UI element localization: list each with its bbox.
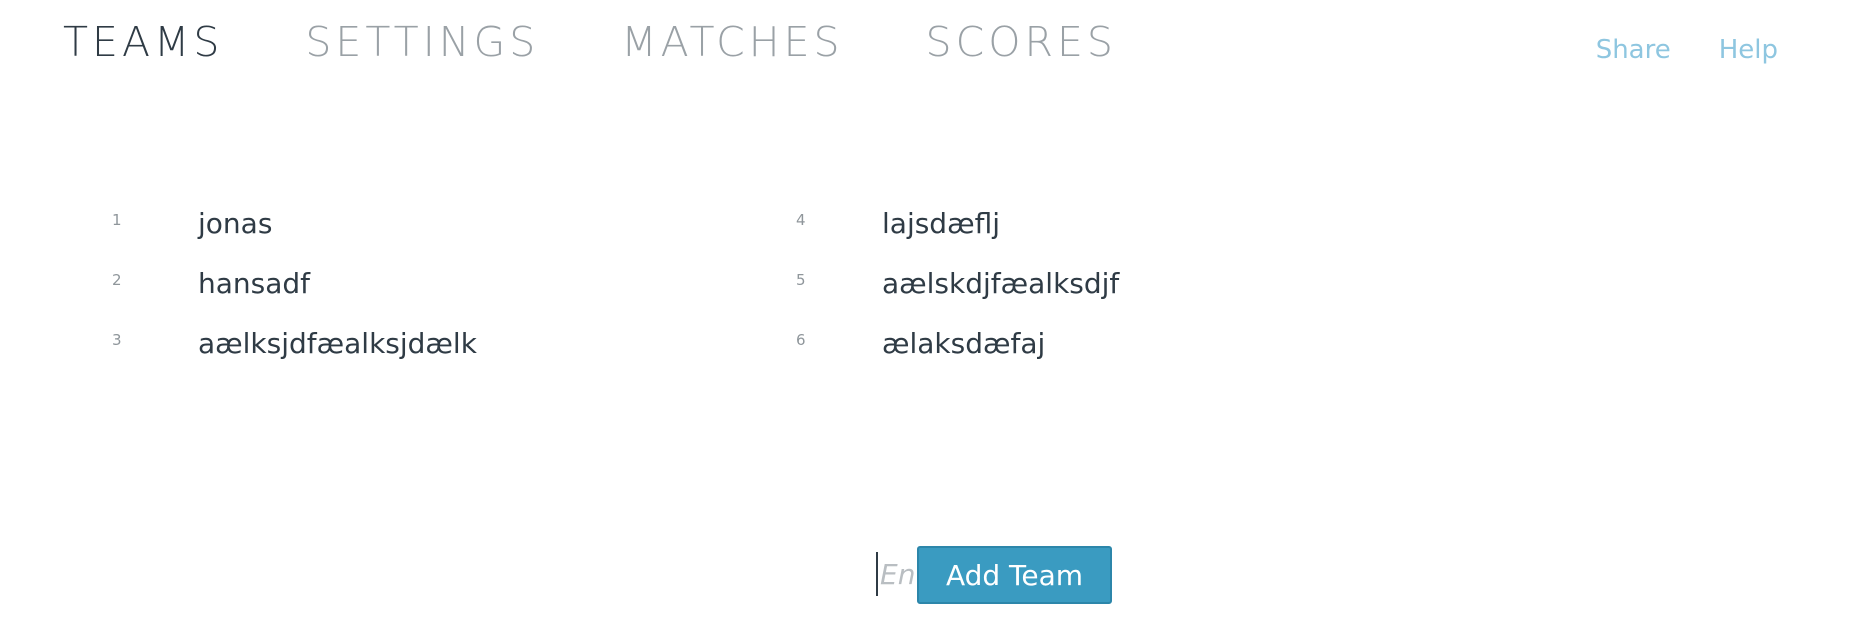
- add-team-button[interactable]: Add Team: [917, 546, 1112, 604]
- team-number: 1: [112, 211, 122, 229]
- team-row: 6 ælaksdæfaj: [796, 313, 1119, 373]
- tab-scores[interactable]: SCORES: [926, 18, 1117, 66]
- tab-teams[interactable]: TEAMS: [63, 18, 223, 66]
- team-row: 3 aælksjdfæalksjdælk: [112, 313, 477, 373]
- top-links: Share Help: [1548, 35, 1778, 65]
- team-number: 2: [112, 271, 122, 289]
- tab-settings[interactable]: SETTINGS: [305, 18, 539, 66]
- help-link[interactable]: Help: [1719, 35, 1778, 65]
- team-name: ælaksdæfaj: [882, 326, 1046, 360]
- team-name: aælskdjfæalksdjf: [882, 266, 1120, 300]
- add-team-form: Add Team: [876, 546, 1144, 606]
- share-link[interactable]: Share: [1596, 35, 1671, 65]
- team-row: 1 jonas: [112, 193, 477, 253]
- team-number: 5: [796, 271, 806, 289]
- team-name: hansadf: [198, 266, 311, 300]
- main-nav: TEAMS SETTINGS MATCHES SCORES: [63, 18, 1199, 66]
- team-name: aælksjdfæalksjdælk: [198, 326, 477, 360]
- team-list-right: 4 lajsdæflj 5 aælskdjfæalksdjf 6 ælaksdæ…: [796, 193, 1119, 373]
- team-number: 4: [796, 211, 806, 229]
- team-name: lajsdæflj: [882, 206, 1000, 240]
- team-name: jonas: [198, 206, 273, 240]
- tab-matches[interactable]: MATCHES: [621, 18, 843, 66]
- team-list-left: 1 jonas 2 hansadf 3 aælksjdfæalksjdælk: [112, 193, 477, 373]
- team-number: 6: [796, 331, 806, 349]
- team-row: 5 aælskdjfæalksdjf: [796, 253, 1119, 313]
- team-number: 3: [112, 331, 122, 349]
- team-row: 4 lajsdæflj: [796, 193, 1119, 253]
- team-row: 2 hansadf: [112, 253, 477, 313]
